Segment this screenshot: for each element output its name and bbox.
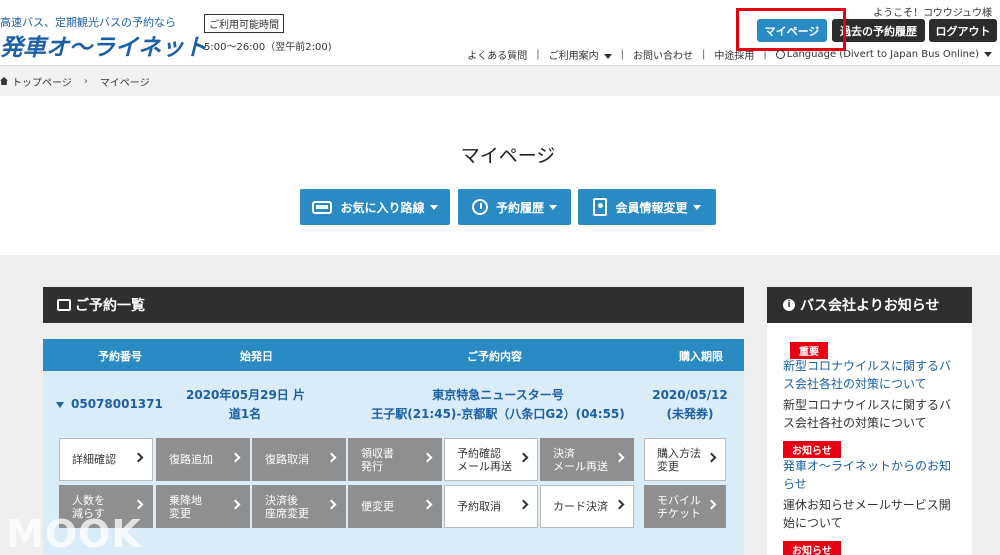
notice-text: 運休お知らせメールサービス開始について xyxy=(783,498,951,530)
member-label: 会員情報変更 xyxy=(615,200,688,215)
chevron-right-icon xyxy=(614,452,625,463)
change-bus-button[interactable]: 便変更 xyxy=(348,485,442,528)
sub-navigation: よくある質問 | ご利用案内 | お問い合わせ | 中途採用 | Languag… xyxy=(467,47,992,62)
reservation-deadline: 2020/05/12 (未発券) xyxy=(652,388,728,421)
guide-link[interactable]: ご利用案内 xyxy=(549,47,612,62)
chevron-right-icon xyxy=(518,452,529,463)
recruit-link[interactable]: 中途採用 xyxy=(714,47,754,62)
reservations-table: 予約番号 始発日 ご予約内容 購入期限 05078001371 2020年05月… xyxy=(43,339,744,555)
col-deadline: 購入期限 xyxy=(679,350,723,363)
detail-button[interactable]: 詳細確認 xyxy=(59,438,153,481)
favorites-button[interactable]: お気に入り路線 xyxy=(300,189,450,225)
chevron-down-icon xyxy=(984,51,992,57)
reservation-date: 2020年05月29日 片 道1名 xyxy=(186,388,305,421)
chevron-right-icon xyxy=(133,499,144,510)
notice-link[interactable]: 発車オ〜ライネットからのお知らせ xyxy=(783,457,953,493)
chevron-right-icon xyxy=(326,452,337,463)
chevron-down-icon xyxy=(692,204,701,210)
site-logo[interactable]: 発車オ〜ライネット xyxy=(0,28,207,62)
chevron-down-icon xyxy=(549,204,557,210)
bus-icon xyxy=(312,200,333,214)
member-info-button[interactable]: 会員情報変更 xyxy=(578,189,716,225)
chevron-right-icon xyxy=(422,499,433,510)
add-return-button[interactable]: 復路追加 xyxy=(156,438,250,481)
highlight-annotation xyxy=(736,8,846,51)
contact-link[interactable]: お問い合わせ xyxy=(633,47,693,62)
chevron-right-icon xyxy=(706,499,717,510)
language-select[interactable]: Language (Divert to Japan Bus Online) xyxy=(775,49,992,60)
logout-button[interactable]: ログアウト xyxy=(929,19,997,42)
receipt-button[interactable]: 領収書 発行 xyxy=(348,438,442,481)
breadcrumb-home[interactable]: トップページ xyxy=(12,74,72,89)
history-dropdown-button[interactable]: 予約履歴 xyxy=(458,189,571,225)
globe-icon xyxy=(775,49,785,59)
col-number: 予約番号 xyxy=(98,350,142,363)
history-label: 予約履歴 xyxy=(495,200,544,215)
cancel-reservation-button[interactable]: 予約取消 xyxy=(444,485,538,528)
col-content: ご予約内容 xyxy=(467,350,522,363)
hours-label: ご利用可能時間 xyxy=(204,14,284,33)
chevron-right-icon xyxy=(133,452,144,463)
notice-text: 新型コロナウイルスに関するバス会社各社の対策について xyxy=(783,398,952,430)
change-seat-button[interactable]: 決済後 座席変更 xyxy=(252,485,346,528)
reservation-content: 東京特急ニュースター号 王子駅(21:45)-京都駅（八条口G2）(04:55) xyxy=(371,388,625,421)
info-icon: i xyxy=(783,299,795,311)
notices-panel: 重要 新型コロナウイルスに関するバス会社各社の対策について 新型コロナウイルスに… xyxy=(767,323,972,555)
chevron-right-icon xyxy=(230,499,241,510)
welcome-message: ようこそ！コウウジュウ様 xyxy=(873,8,992,19)
chevron-down-icon xyxy=(603,53,612,59)
chevron-right-icon xyxy=(518,499,529,510)
resend-confirm-button[interactable]: 予約確認 メール再送 xyxy=(444,438,538,481)
member-card-icon xyxy=(593,198,608,216)
notices-heading-text: バス会社よりお知らせ xyxy=(800,298,940,314)
change-stop-button[interactable]: 乗降地 変更 xyxy=(156,485,250,528)
chevron-right-icon xyxy=(422,452,433,463)
watermark: MOOK xyxy=(6,512,142,555)
reservations-heading: ご予約一覧 xyxy=(43,287,744,323)
favorites-label: お気に入り路線 xyxy=(340,200,425,215)
card-payment-button[interactable]: カード決済 xyxy=(540,485,634,528)
page-title: マイページ xyxy=(460,145,556,167)
clock-icon xyxy=(471,199,488,215)
chevron-right-icon xyxy=(230,452,241,463)
chevron-down-icon xyxy=(429,204,438,210)
change-payment-button[interactable]: 購入方法 変更 xyxy=(644,438,726,481)
col-date: 始発日 xyxy=(240,350,273,363)
mobile-ticket-button[interactable]: モバイル チケット xyxy=(644,485,726,528)
breadcrumb-current: マイページ xyxy=(99,77,150,89)
bus-icon xyxy=(57,299,71,311)
home-icon xyxy=(0,77,8,85)
reservations-heading-text: ご予約一覧 xyxy=(75,298,145,314)
table-header: 予約番号 始発日 ご予約内容 購入期限 xyxy=(43,339,744,371)
site-header: 高速バス、定期観光バスの予約なら 発車オ〜ライネット ご利用可能時間 5:00〜… xyxy=(0,0,1000,66)
expand-icon xyxy=(56,401,64,408)
reservation-number[interactable]: 05078001371 xyxy=(56,395,163,414)
resend-payment-button[interactable]: 決済 メール再送 xyxy=(540,438,634,481)
notice-badge: お知らせ xyxy=(783,541,841,555)
cancel-return-button[interactable]: 復路取消 xyxy=(252,438,346,481)
notices-heading: i バス会社よりお知らせ xyxy=(767,287,972,323)
faq-link[interactable]: よくある質問 xyxy=(467,47,527,62)
chevron-right-icon xyxy=(706,452,717,463)
chevron-right-icon xyxy=(326,499,337,510)
notice-link[interactable]: 新型コロナウイルスに関するバス会社各社の対策について xyxy=(783,357,953,393)
breadcrumb: トップページ › マイページ xyxy=(0,66,1000,96)
chevron-right-icon xyxy=(614,499,625,510)
notice-badge: お知らせ xyxy=(783,441,841,458)
hours-value: 5:00〜26:00（翌午前2:00) xyxy=(204,42,332,53)
